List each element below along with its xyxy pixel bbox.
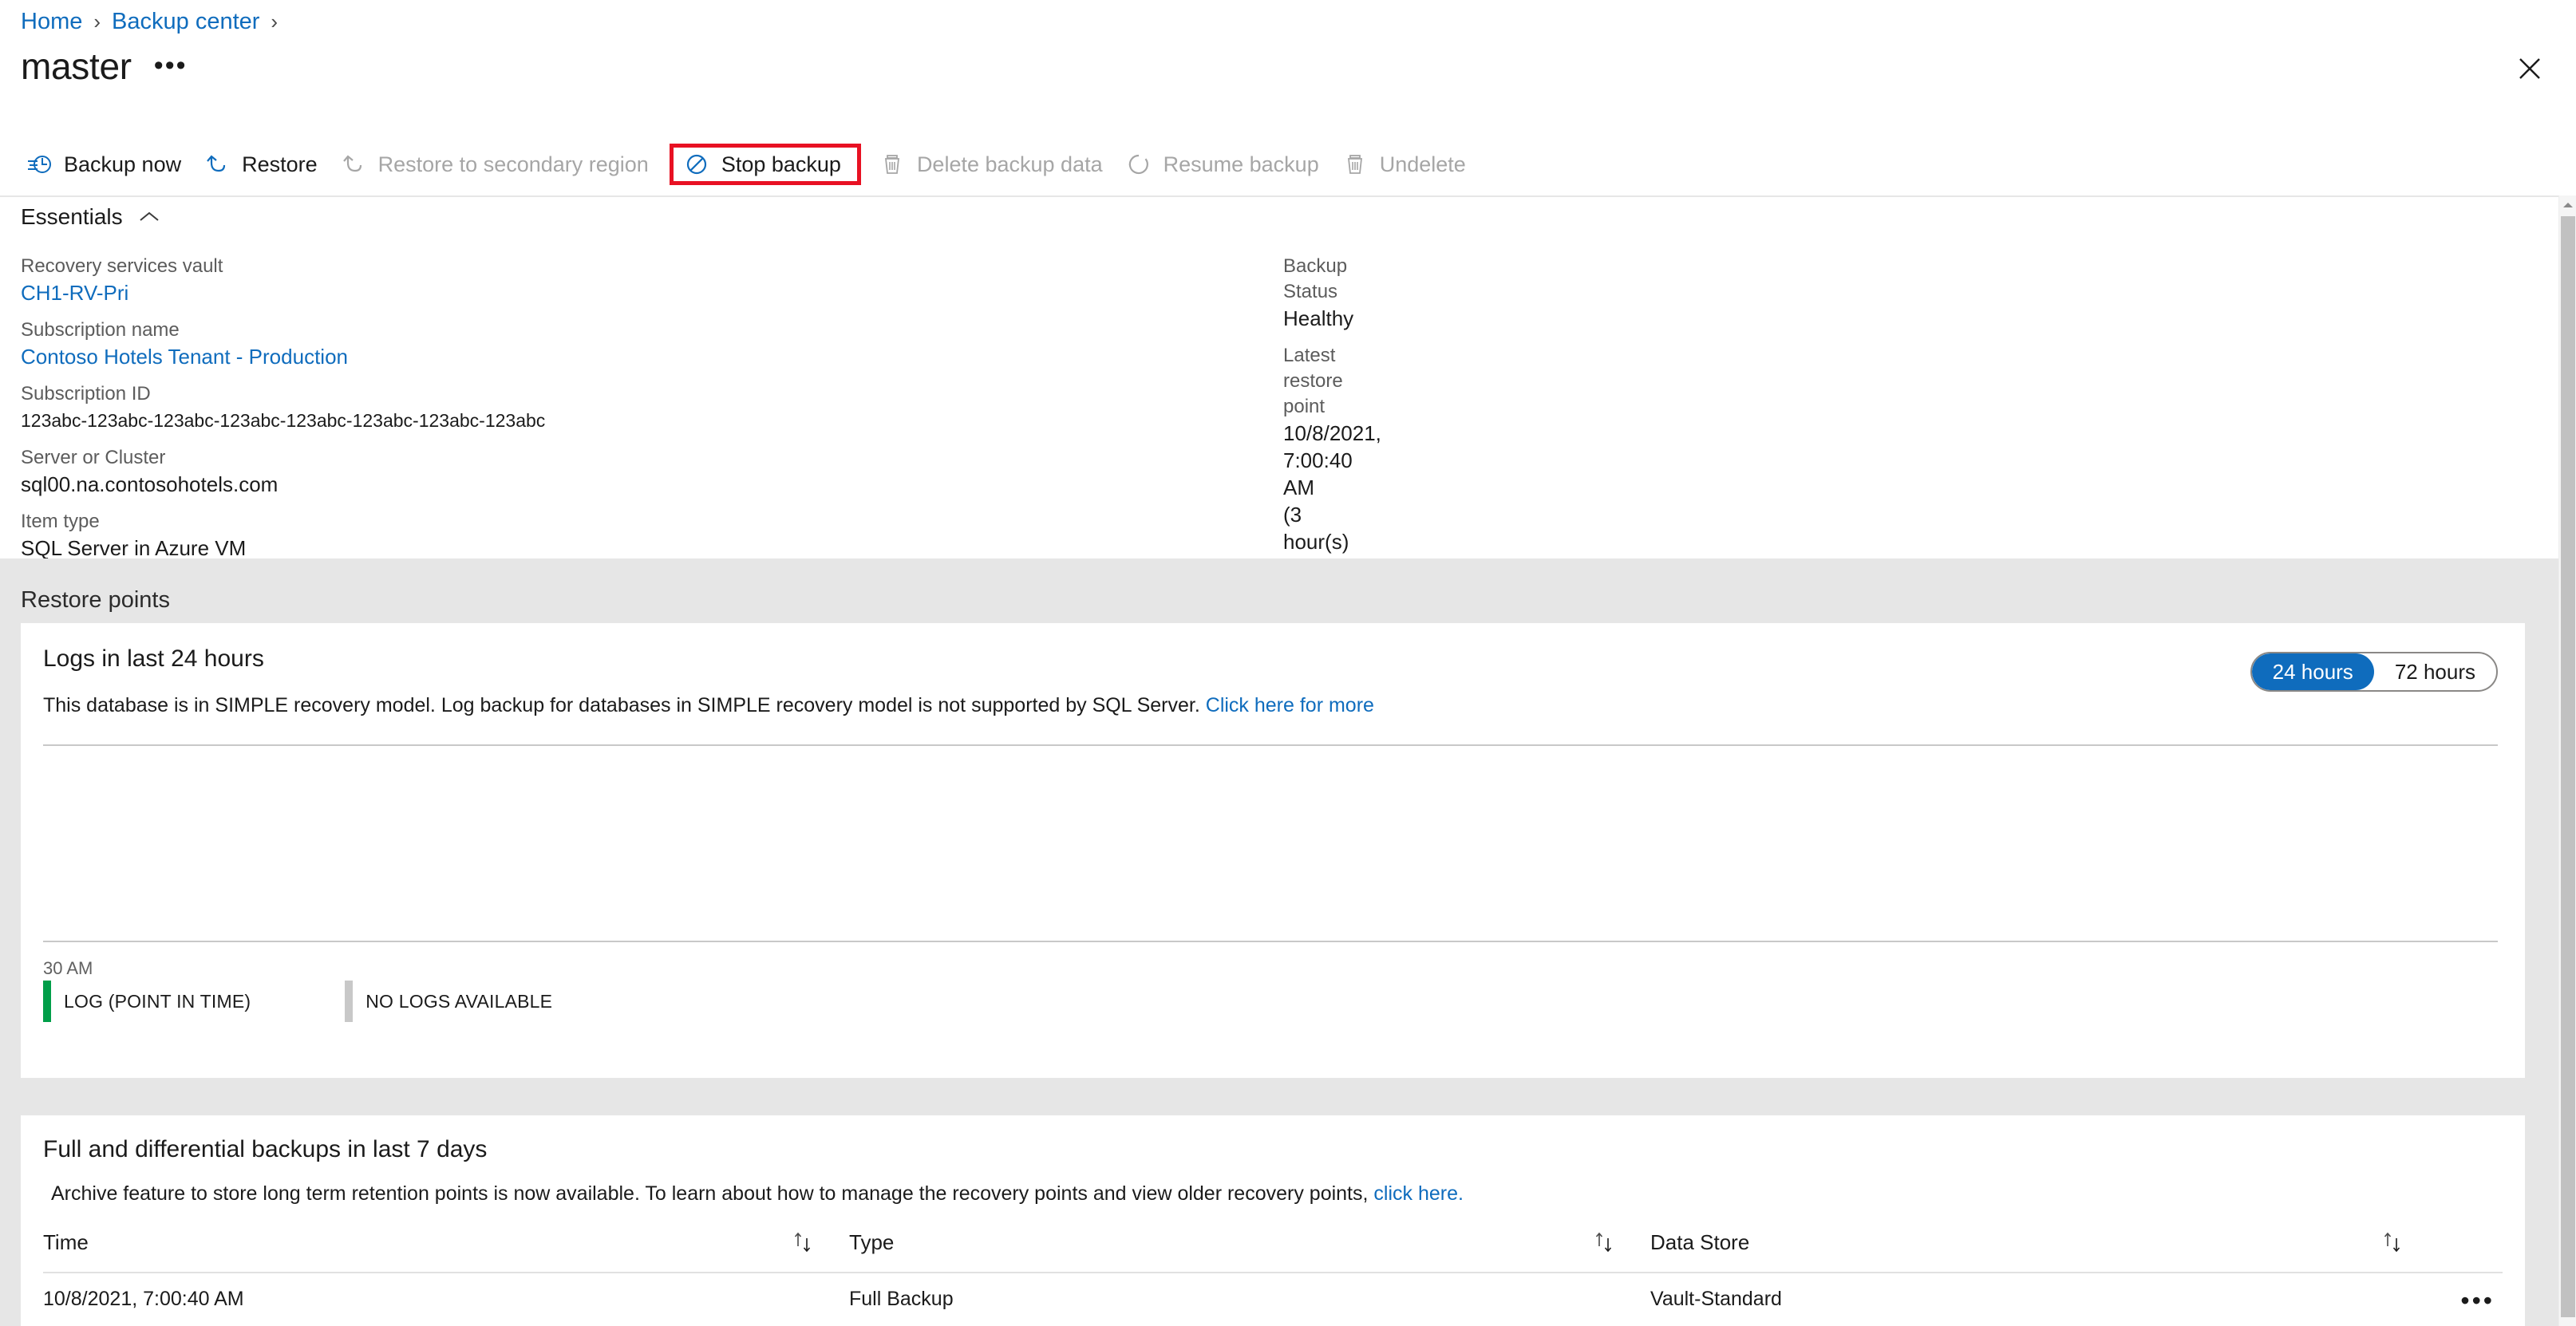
restore-button[interactable]: Restore xyxy=(199,144,335,184)
legend-swatch-gray xyxy=(345,981,354,1022)
restore-label: Restore xyxy=(242,152,318,176)
time-range-toggle: 24 hours 72 hours xyxy=(2250,652,2498,692)
backups-card-note-text: Archive feature to store long term reten… xyxy=(51,1182,1374,1205)
close-button[interactable] xyxy=(2511,49,2549,88)
undelete-button: Undelete xyxy=(1337,144,1484,184)
cell-time: 10/8/2021, 7:00:40 AM xyxy=(43,1288,244,1310)
logs-card-note: This database is in SIMPLE recovery mode… xyxy=(43,692,1374,719)
stop-backup-button[interactable]: Stop backup xyxy=(669,144,861,185)
breadcrumb: Home › Backup center › xyxy=(21,8,289,35)
toggle-option-72-hours[interactable]: 72 hours xyxy=(2374,653,2496,690)
restore-icon xyxy=(203,151,231,178)
essentials-label-backup-status: Backup Status xyxy=(1283,255,1348,302)
column-header-time[interactable]: Time xyxy=(43,1230,89,1255)
backup-now-icon xyxy=(26,151,53,178)
column-header-type[interactable]: Type xyxy=(849,1230,894,1255)
trash-icon xyxy=(879,151,906,178)
logs-chart: 30 AM xyxy=(43,744,2498,978)
backup-now-label: Backup now xyxy=(64,152,182,176)
row-context-menu-icon[interactable]: ••• xyxy=(2460,1286,2495,1316)
essentials-field-latest-restore-point: Latest restore point 10/8/2021, 7:00:40 … xyxy=(1283,343,1381,582)
breadcrumb-chevron-icon: › xyxy=(93,10,101,34)
command-bar-divider xyxy=(0,195,2576,197)
breadcrumb-item-backup-center[interactable]: Backup center xyxy=(112,8,259,35)
chevron-up-icon xyxy=(139,211,159,221)
essentials-field-backup-status: Backup Status Healthy xyxy=(1283,254,1354,332)
legend-item-log-point-in-time: LOG (POINT IN TIME) xyxy=(43,981,251,1022)
page-title: master xyxy=(21,45,132,87)
chart-top-rule xyxy=(43,744,2498,746)
stop-backup-label: Stop backup xyxy=(721,152,841,176)
page-title-row: master ••• xyxy=(21,44,188,89)
legend-item-no-logs-available: NO LOGS AVAILABLE xyxy=(345,981,552,1022)
breadcrumb-chevron-icon-2: › xyxy=(271,10,279,34)
sort-icon-time[interactable] xyxy=(792,1229,816,1260)
essentials-label-latest-restore-point: Latest restore point xyxy=(1283,345,1343,417)
vertical-scrollbar[interactable] xyxy=(2558,195,2576,1326)
essentials-label: Essentials xyxy=(21,204,123,229)
chevron-up-small-icon xyxy=(2563,203,2573,207)
chart-bottom-rule xyxy=(43,941,2498,942)
table-header-rule xyxy=(43,1272,2503,1273)
backups-card-note-link[interactable]: click here. xyxy=(1373,1182,1464,1205)
legend-swatch-green xyxy=(43,981,51,1022)
chart-axis-tick-label: 30 AM xyxy=(43,958,93,978)
delete-backup-data-button: Delete backup data xyxy=(874,144,1120,184)
scrollbar-up-arrow[interactable] xyxy=(2559,195,2576,215)
blade-root: Home › Backup center › master ••• Backup… xyxy=(0,0,2576,1326)
backups-card-note: Archive feature to store long term reten… xyxy=(51,1182,1464,1206)
chart-legend: LOG (POINT IN TIME) NO LOGS AVAILABLE xyxy=(43,981,605,1022)
backups-card: Full and differential backups in last 7 … xyxy=(21,1115,2525,1326)
title-more-menu-icon[interactable]: ••• xyxy=(154,45,188,89)
backups-table-header: Time Type Data Store xyxy=(43,1219,2503,1269)
resume-icon xyxy=(1125,151,1152,178)
command-bar: Backup now Restore Restore to secondary … xyxy=(0,140,2576,189)
sort-icon-data-store[interactable] xyxy=(2381,1229,2405,1260)
restore-secondary-icon xyxy=(340,151,367,178)
restore-secondary-region-button: Restore to secondary region xyxy=(335,144,666,184)
backup-now-button[interactable]: Backup now xyxy=(21,144,199,184)
resume-backup-button: Resume backup xyxy=(1120,144,1337,184)
cell-data-store: Vault-Standard xyxy=(1650,1288,1782,1310)
legend-label-no-logs-available: NO LOGS AVAILABLE xyxy=(365,990,553,1012)
undelete-trash-icon xyxy=(1341,151,1369,178)
essentials-grid: Recovery services vault CH1-RV-Pri Subsc… xyxy=(0,254,2576,1061)
column-header-data-store[interactable]: Data Store xyxy=(1650,1230,1749,1255)
table-row[interactable]: 10/8/2021, 7:00:40 AM Full Backup Vault-… xyxy=(43,1280,2503,1324)
logs-card-note-link[interactable]: Click here for more xyxy=(1206,694,1374,716)
logs-card: Logs in last 24 hours 24 hours 72 hours … xyxy=(21,623,2525,1078)
essentials-value-backup-status: Healthy xyxy=(1283,306,1354,330)
backups-card-title: Full and differential backups in last 7 … xyxy=(43,1136,488,1162)
delete-backup-data-label: Delete backup data xyxy=(916,152,1103,176)
stop-backup-icon xyxy=(683,151,710,178)
cell-type: Full Backup xyxy=(849,1288,954,1310)
restore-secondary-region-label: Restore to secondary region xyxy=(377,152,649,176)
logs-card-title: Logs in last 24 hours xyxy=(43,645,264,672)
legend-label-log-point-in-time: LOG (POINT IN TIME) xyxy=(64,990,251,1012)
logs-card-note-text: This database is in SIMPLE recovery mode… xyxy=(43,694,1206,716)
scrollbar-thumb[interactable] xyxy=(2561,216,2575,1317)
essentials-toggle[interactable]: Essentials xyxy=(21,204,160,230)
resume-backup-label: Resume backup xyxy=(1163,152,1319,176)
toggle-option-24-hours[interactable]: 24 hours xyxy=(2251,653,2374,690)
undelete-label: Undelete xyxy=(1379,152,1466,176)
restore-points-section-title: Restore points xyxy=(21,587,170,613)
sort-icon-type[interactable] xyxy=(1593,1229,1617,1260)
close-icon xyxy=(2519,58,2540,79)
breadcrumb-item-home[interactable]: Home xyxy=(21,8,82,35)
